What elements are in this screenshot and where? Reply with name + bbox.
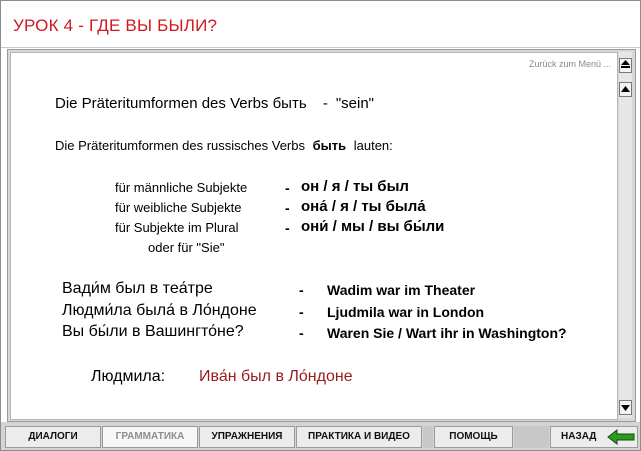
nav-spacer <box>514 426 549 448</box>
example-de: Waren Sie / Wart ihr in Washington? <box>327 325 567 341</box>
heading-translation: "sein" <box>335 95 374 112</box>
dialog-speaker: Людмила: <box>91 368 166 385</box>
example-dash: - <box>299 282 304 298</box>
intro-before: Die Präteritumformen des russisches Verb… <box>55 138 305 153</box>
grammar-content: Zurück zum Menü ... Die Präteritumformen… <box>10 52 618 420</box>
example-de: Ljudmila war in London <box>327 304 485 320</box>
example-dash: - <box>299 304 304 320</box>
dialog-line-audio[interactable]: Ива́н был в Ло́ндоне <box>199 368 353 386</box>
nav-dialogs-button[interactable]: ДИАЛОГИ <box>5 426 101 448</box>
app-frame: УРОК 4 - ГДЕ ВЫ БЫЛИ? Zurück zum Menü ..… <box>0 0 641 451</box>
form-value: они́ / мы / вы бы́ли <box>301 218 445 235</box>
nav-help-button[interactable]: ПОМОЩЬ <box>434 426 513 448</box>
form-dash: - <box>285 220 290 236</box>
example-ru: Людми́ла была́ в Ло́ндоне <box>62 302 257 319</box>
form-label: für weibliche Subjekte <box>115 200 242 215</box>
content-panel: Zurück zum Menü ... Die Präteritumformen… <box>7 49 636 422</box>
heading-dash: - <box>322 95 328 112</box>
example-dash: - <box>299 325 304 341</box>
form-dash: - <box>285 200 290 216</box>
down-arrow-icon[interactable] <box>619 400 632 415</box>
form-label: für männliche Subjekte <box>115 180 248 195</box>
example-ru: Вы бы́ли в Вашингто́не? <box>62 323 244 340</box>
example-ru: Вади́м был в теа́тре <box>62 280 213 297</box>
nav-spacer <box>423 426 433 448</box>
intro-verb: быть <box>312 138 347 153</box>
form-value: он / я / ты был <box>301 178 409 195</box>
nav-practice-video-button[interactable]: ПРАКТИКА И ВИДЕО <box>296 426 422 448</box>
nav-back-label: НАЗАД <box>561 431 597 442</box>
form-value: она́ / я / ты была́ <box>301 198 426 215</box>
back-to-menu-link[interactable]: Zurück zum Menü ... <box>529 59 611 69</box>
nav-exercises-button[interactable]: УПРАЖНЕНИЯ <box>199 426 295 448</box>
form-dash: - <box>285 180 290 196</box>
lesson-title: УРОК 4 - ГДЕ ВЫ БЫЛИ? <box>13 16 218 35</box>
form-label: für Subjekte im Plural <box>115 220 239 235</box>
heading-text: Die Präteritumformen des Verbs <box>55 95 269 112</box>
header: УРОК 4 - ГДЕ ВЫ БЫЛИ? <box>1 1 640 48</box>
nav-grammar-button[interactable]: ГРАММАТИКА <box>102 426 198 448</box>
vertical-scrollbar[interactable] <box>619 52 632 418</box>
grammar-heading: Die Präteritumformen des Verbs быть - "se… <box>55 95 374 112</box>
up-arrow-icon[interactable] <box>619 82 632 97</box>
intro-sentence: Die Präteritumformen des russisches Verb… <box>55 138 393 153</box>
intro-after: lauten: <box>353 138 393 153</box>
green-left-arrow-icon[interactable] <box>607 429 635 445</box>
bottom-navigation: ДИАЛОГИ ГРАММАТИКА УПРАЖНЕНИЯ ПРАКТИКА И… <box>1 422 640 450</box>
heading-verb: быть <box>272 95 307 112</box>
form-label-second-line: oder für "Sie" <box>148 240 225 255</box>
double-up-arrow-icon[interactable] <box>619 58 632 73</box>
example-de: Wadim war im Theater <box>327 282 476 298</box>
